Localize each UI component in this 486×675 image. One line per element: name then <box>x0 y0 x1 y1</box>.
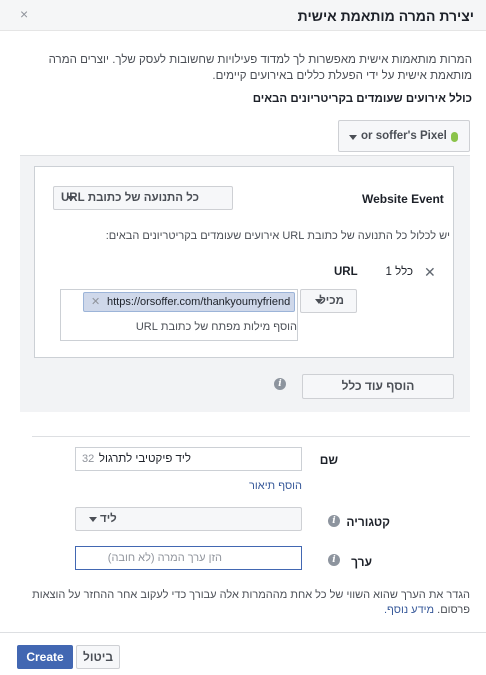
name-value: ליד פיקטיבי לתרגול <box>98 453 191 465</box>
token-remove-icon[interactable]: ✕ <box>91 295 100 308</box>
website-event-label: Website Event <box>362 192 444 206</box>
footer-divider <box>0 632 486 633</box>
rule-hint: יש לכלול כל התנועה של כתובת URL אירועים … <box>105 230 450 242</box>
pixel-dropdown[interactable]: or soffer's Pixel <box>338 120 470 152</box>
info-icon: i <box>328 515 340 527</box>
intro-description: המרות מותאמות אישית מאפשרות לך למדוד פעי… <box>48 54 472 82</box>
cancel-button[interactable]: ביטול <box>76 645 120 669</box>
create-button[interactable]: Create <box>17 645 73 669</box>
pixel-status-dot <box>451 132 458 142</box>
url-token-text: https://orsoffer.com/thankyoumyfriend <box>107 296 291 308</box>
category-dropdown[interactable]: ליד <box>75 507 302 531</box>
add-description-link[interactable]: הוסף תיאור <box>249 480 302 492</box>
section-heading: כולל אירועים שעומדים בקריטריונים הבאים <box>252 93 472 105</box>
value-label: ערך <box>351 555 372 569</box>
category-label: קטגוריה <box>346 515 390 529</box>
add-rule-button[interactable]: הוסף עוד כלל <box>302 374 454 399</box>
add-keyword-hint: הוסף מילות מפתח של כתובת URL <box>135 321 297 333</box>
operator-label: מכיל <box>319 295 344 307</box>
remove-rule-icon[interactable]: ✕ <box>424 264 436 281</box>
value-placeholder: הזן ערך המרה (לא חובה) <box>107 552 222 564</box>
divider <box>32 436 470 437</box>
rule-field: URL <box>334 266 358 278</box>
name-label: שם <box>319 453 338 467</box>
event-type-label: כל התנועה של כתובת URL <box>60 192 199 204</box>
info-icon: i <box>328 554 340 566</box>
pixel-label: or soffer's Pixel <box>361 130 447 142</box>
name-input[interactable]: 32 ליד פיקטיבי לתרגול <box>75 447 302 471</box>
name-char-counter: 32 <box>82 453 95 465</box>
info-icon: i <box>274 378 286 390</box>
url-token: ✕ https://orsoffer.com/thankyoumyfriend <box>83 292 295 312</box>
footer-note: הגדר את הערך שהוא השווי של כל אחת מההמרו… <box>14 588 470 618</box>
event-type-dropdown[interactable]: כל התנועה של כתובת URL <box>53 186 233 210</box>
chevron-down-icon <box>89 517 97 522</box>
close-icon[interactable]: × <box>20 6 28 22</box>
learn-more-link[interactable]: מידע נוסף. <box>384 604 434 616</box>
dialog-title: יצירת המרה מותאמת אישית <box>297 8 474 24</box>
chevron-down-icon <box>349 135 357 140</box>
rule-number: כלל 1 <box>385 266 413 278</box>
category-value: ליד <box>100 513 117 525</box>
operator-dropdown[interactable]: מכיל <box>300 289 357 313</box>
value-input[interactable]: הזן ערך המרה (לא חובה) <box>75 546 302 570</box>
